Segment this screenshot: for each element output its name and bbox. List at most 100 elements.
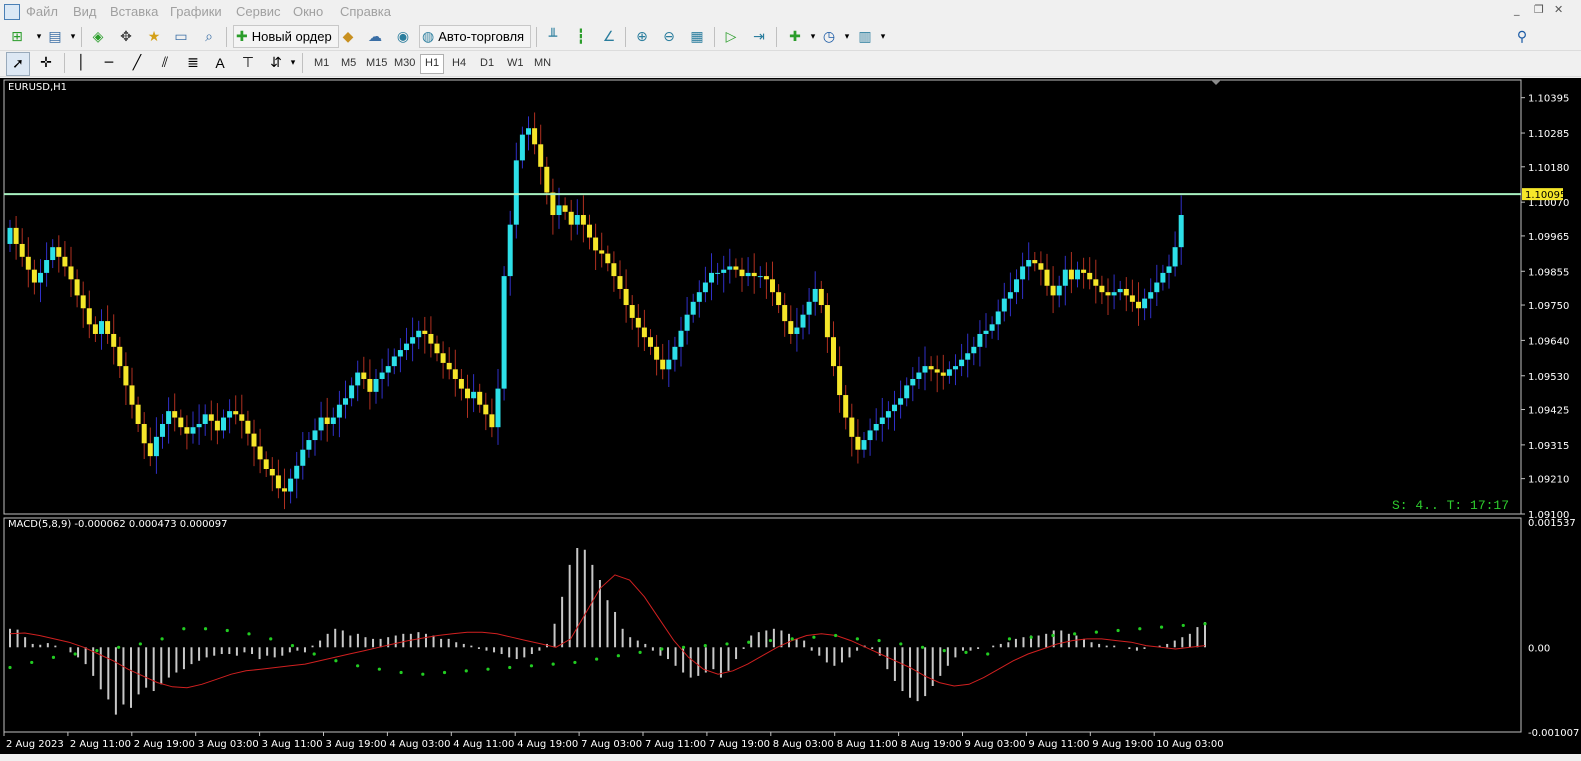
timeframe-mn[interactable]: MN xyxy=(530,54,555,72)
psar-dot xyxy=(1007,637,1012,641)
chart-canvas[interactable]: 1.103951.102851.101801.100701.099651.098… xyxy=(0,78,1581,754)
menu-file[interactable]: Файл xyxy=(26,4,58,19)
candle-body xyxy=(910,378,916,386)
zoom-in-icon[interactable]: ⊕ xyxy=(631,26,653,48)
time-axis-label: 3 Aug 11:00 xyxy=(262,739,323,750)
candle-body xyxy=(318,417,324,431)
close-icon[interactable]: ✕ xyxy=(1554,3,1563,16)
psar-dot xyxy=(486,667,490,671)
menu-tools[interactable]: Сервис xyxy=(236,4,281,19)
candle-body xyxy=(849,417,855,437)
bar-chart-icon[interactable]: ╨ xyxy=(542,26,564,48)
candle-body xyxy=(709,272,714,283)
crosshair-icon[interactable]: ✛ xyxy=(35,52,57,74)
text-icon[interactable]: A xyxy=(209,52,231,74)
menu-charts[interactable]: Графики xyxy=(170,4,222,19)
candle-body xyxy=(812,288,818,302)
psar-dot xyxy=(508,665,512,670)
candlestick-icon[interactable]: ┇ xyxy=(570,26,592,48)
candle-body xyxy=(1105,292,1111,296)
fibonacci-icon[interactable]: ≣ xyxy=(182,52,204,74)
auto-trading-button[interactable]: ◍ Авто-торговля xyxy=(419,25,532,48)
new-order-button[interactable]: ✚ Новый ордер xyxy=(233,25,339,48)
text-label-icon[interactable]: ⊤ xyxy=(237,52,259,74)
timeframe-m30[interactable]: M30 xyxy=(390,54,419,72)
terminal-icon[interactable]: ▭ xyxy=(170,26,192,48)
candle-body xyxy=(513,160,519,225)
timeframe-m1[interactable]: M1 xyxy=(310,54,333,72)
timeframe-h1[interactable]: H1 xyxy=(420,54,445,74)
psar-dot xyxy=(1116,628,1120,633)
candle-body xyxy=(239,414,245,421)
candle-body xyxy=(330,417,336,424)
candle-body xyxy=(465,388,470,399)
candle-body xyxy=(965,353,971,360)
menu-window[interactable]: Окно xyxy=(293,4,323,19)
psar-dot xyxy=(660,647,664,651)
signal-icon[interactable]: ◉ xyxy=(392,26,414,48)
candle-body xyxy=(928,366,934,370)
horizontal-line-icon[interactable]: ─ xyxy=(98,52,120,74)
menu-view[interactable]: Вид xyxy=(73,4,97,19)
candle-body xyxy=(99,321,104,334)
time-axis-label: 7 Aug 11:00 xyxy=(645,739,706,750)
candle-body xyxy=(654,346,660,360)
timeframe-h4[interactable]: H4 xyxy=(448,54,470,72)
candle-body xyxy=(1014,279,1019,293)
line-chart-icon[interactable]: ∠ xyxy=(598,26,620,48)
bar-timer: S: 4.. T: 17:17 xyxy=(1392,498,1510,513)
cloud-icon[interactable]: ☁ xyxy=(364,26,386,48)
psar-dot xyxy=(1051,633,1055,638)
menu-help[interactable]: Справка xyxy=(340,4,391,19)
candle-body xyxy=(111,333,117,347)
price-axis-label: 1.09425 xyxy=(1528,406,1569,417)
timeframe-d1[interactable]: D1 xyxy=(476,54,498,72)
minimize-icon[interactable]: _ xyxy=(1514,3,1520,16)
symbol-label[interactable]: EURUSD,H1 xyxy=(8,82,67,93)
chevron-down-icon[interactable]: ▾ xyxy=(872,26,894,48)
zoom-out-icon[interactable]: ⊖ xyxy=(658,26,680,48)
candle-body xyxy=(684,314,690,331)
candle-body xyxy=(397,350,403,357)
vertical-line-icon[interactable]: │ xyxy=(70,52,92,74)
navigator-icon[interactable]: ★ xyxy=(143,26,165,48)
autoscroll-icon[interactable]: ▷ xyxy=(720,26,742,48)
price-axis-label: 1.09315 xyxy=(1528,441,1569,452)
timeframe-w1[interactable]: W1 xyxy=(503,54,528,72)
menu-insert[interactable]: Вставка xyxy=(110,4,158,19)
timeframe-m15[interactable]: M15 xyxy=(362,54,391,72)
candle-body xyxy=(282,488,287,492)
chart-shift-icon[interactable]: ⇥ xyxy=(748,26,770,48)
channel-icon[interactable]: ⫽ xyxy=(154,52,176,74)
candle-body xyxy=(428,333,434,344)
psar-dot xyxy=(595,657,599,661)
psar-dot xyxy=(356,664,360,668)
search-icon[interactable]: ⚲ xyxy=(1511,26,1533,48)
crosshair-navigator-icon[interactable]: ✥ xyxy=(115,26,137,48)
restore-icon[interactable]: ❐ xyxy=(1534,3,1544,16)
candle-body xyxy=(696,292,702,302)
candle-body xyxy=(251,433,257,447)
candle-body xyxy=(471,391,477,399)
candle-body xyxy=(184,427,190,434)
metaeditor-icon[interactable]: ◆ xyxy=(337,26,359,48)
candle-body xyxy=(404,343,409,351)
candle-body xyxy=(1087,272,1093,280)
candle-body xyxy=(721,269,727,273)
strategy-tester-icon[interactable]: ⌕ xyxy=(198,26,220,48)
candle-body xyxy=(599,250,605,254)
timeframe-m5[interactable]: M5 xyxy=(337,54,360,72)
chart-window[interactable]: 1.10395 1.10285 1.10180 1.10070 1.09965 1.098… xyxy=(0,78,1581,754)
tile-windows-icon[interactable]: ▦ xyxy=(686,26,708,48)
market-watch-icon[interactable]: ◈ xyxy=(87,26,109,48)
trendline-icon[interactable]: ╱ xyxy=(126,52,148,74)
candle-body xyxy=(489,414,495,428)
psar-dot xyxy=(203,627,208,631)
psar-dot xyxy=(312,652,316,656)
candle-body xyxy=(757,276,763,278)
cursor-icon[interactable]: ➚ xyxy=(6,52,30,76)
chevron-down-icon[interactable]: ▾ xyxy=(282,52,304,74)
candle-body xyxy=(940,372,946,376)
new-chart-icon[interactable]: ⊞ xyxy=(6,26,28,48)
psar-dot xyxy=(117,645,121,649)
